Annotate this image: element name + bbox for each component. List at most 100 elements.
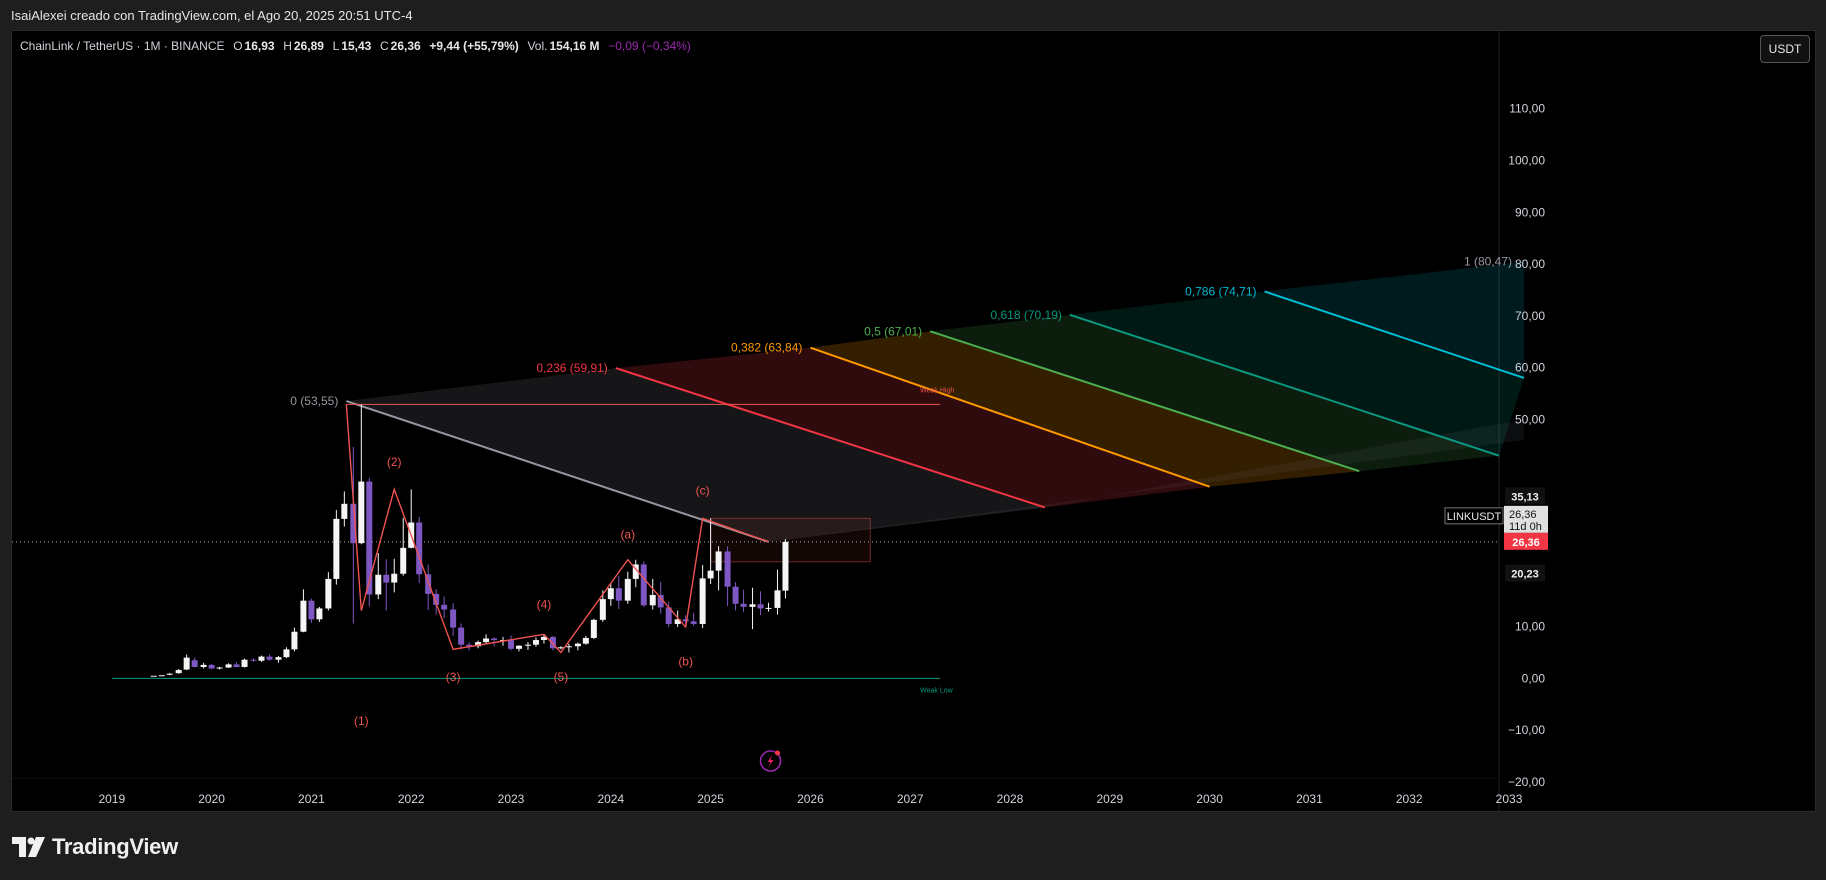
time-tick-label: 2032	[1396, 792, 1423, 806]
fib-label-0.786: 0,786 (74,71)	[1185, 284, 1256, 298]
candle-body	[599, 599, 606, 620]
candle-body	[607, 588, 614, 600]
candle-body	[582, 637, 589, 644]
fib-label-0.5: 0,5 (67,01)	[864, 324, 922, 338]
tradingview-logo-icon	[12, 837, 45, 857]
open-label: O	[233, 39, 243, 53]
candle-body	[366, 481, 373, 595]
candle-body	[458, 627, 465, 645]
time-tick-label: 2024	[597, 792, 624, 806]
candle-body	[216, 667, 223, 669]
supply-zone-box	[710, 517, 871, 563]
candle-body	[325, 578, 332, 609]
candle-body	[524, 644, 531, 646]
brand-name: TradingView	[52, 834, 178, 859]
fib-label-0.236: 0,236 (59,91)	[536, 361, 607, 375]
candle-body	[250, 659, 257, 661]
price-tick-label: −10,00	[1508, 723, 1545, 737]
candle-body	[765, 607, 772, 609]
candle-body	[640, 564, 647, 606]
candle-body	[757, 604, 764, 609]
symbol-legend: ChainLink / TetherUS · 1M · BINANCE O 16,…	[20, 39, 693, 53]
candle-body	[732, 586, 739, 604]
price-tick-label: 60,00	[1515, 361, 1545, 375]
wave-label: (b)	[678, 654, 693, 668]
symbol-name[interactable]: ChainLink / TetherUS · 1M · BINANCE	[20, 39, 225, 53]
close-value: 26,36	[390, 39, 421, 53]
time-tick-label: 2021	[298, 792, 325, 806]
open-value: 16,93	[244, 39, 275, 53]
high-label: H	[283, 39, 292, 53]
candle-body	[590, 619, 597, 638]
candle-body	[316, 608, 323, 620]
candle-body	[690, 621, 697, 624]
countdown-label: 11d 0h	[1509, 521, 1542, 533]
candle-body	[682, 619, 689, 622]
top-bar: IsaiAlexei creado con TradingView.com, e…	[0, 0, 1826, 30]
time-tick-label: 2019	[98, 792, 125, 806]
candle-body	[183, 657, 190, 670]
candle-body	[383, 574, 390, 583]
time-tick-label: 2028	[997, 792, 1024, 806]
weak-high-label: Weak High	[920, 387, 954, 394]
fib-label-0: 0 (53,55)	[290, 394, 338, 408]
candle-body	[740, 603, 747, 607]
change-value: +9,44 (+55,79%)	[429, 39, 519, 53]
currency-button[interactable]: USDT	[1760, 35, 1810, 63]
time-tick-label: 2030	[1196, 792, 1223, 806]
current-close-label: 26,36	[1509, 509, 1537, 521]
lightning-bolt-icon	[767, 755, 774, 767]
brand-logo[interactable]: TradingView	[12, 834, 178, 860]
candle-body	[333, 518, 340, 579]
candle-body	[724, 551, 731, 587]
candle-body	[782, 541, 789, 591]
indicator-change: −0,09 (−0,34%)	[608, 39, 691, 53]
wave-label: (a)	[620, 528, 635, 542]
chart-frame[interactable]: 0,236 (59,91) 0,382 (63,84) 0,5 (67,01) 0,6…	[11, 30, 1817, 813]
time-tick-label: 2025	[697, 792, 724, 806]
candle-body	[491, 638, 498, 641]
candle-body	[400, 547, 407, 574]
candle-body	[241, 659, 248, 667]
candle-body	[774, 590, 781, 608]
wave-label: (1)	[354, 714, 369, 728]
volume-value: 154,16 M	[549, 39, 600, 53]
chart-credit: IsaiAlexei creado con TradingView.com, e…	[11, 8, 413, 23]
bottom-bar	[0, 812, 1826, 880]
symbol-tag: LINKUSDT	[1447, 511, 1502, 523]
time-tick-label: 2033	[1496, 792, 1523, 806]
fib-label-0.382: 0,382 (63,84)	[731, 341, 802, 355]
candle-body	[615, 588, 622, 601]
price-label: 20,23	[1511, 569, 1539, 581]
wave-label: (2)	[387, 455, 402, 469]
wave-label: (c)	[696, 484, 710, 498]
time-tick-label: 2023	[498, 792, 525, 806]
candle-body	[275, 657, 282, 660]
price-tick-label: 100,00	[1508, 153, 1545, 167]
price-tick-label: 110,00	[1509, 102, 1545, 116]
candle-body	[649, 594, 656, 606]
candle-body	[532, 640, 539, 645]
candle-body	[233, 664, 240, 667]
candle-body	[158, 675, 165, 677]
time-tick-label: 2027	[897, 792, 924, 806]
candle-body	[508, 640, 515, 649]
price-chart[interactable]: 0,236 (59,91) 0,382 (63,84) 0,5 (67,01) 0,6…	[12, 31, 1817, 813]
candle-body	[450, 609, 457, 628]
candle-body	[749, 604, 756, 607]
candle-body	[300, 600, 307, 632]
time-tick-label: 2031	[1296, 792, 1323, 806]
candle-body	[699, 578, 706, 624]
candle-body	[515, 645, 522, 649]
price-label: 35,13	[1511, 491, 1539, 503]
candle-body	[391, 573, 398, 583]
close-label: C	[380, 39, 389, 53]
fib-label-1: 1 (80,47)	[1464, 255, 1512, 269]
low-label: L	[332, 39, 340, 53]
wave-label: (5)	[554, 670, 569, 684]
high-value: 26,89	[293, 39, 324, 53]
candle-body	[375, 574, 382, 595]
time-tick-label: 2026	[797, 792, 824, 806]
time-tick-label: 2029	[1096, 792, 1123, 806]
price-tick-label: 80,00	[1515, 257, 1545, 271]
